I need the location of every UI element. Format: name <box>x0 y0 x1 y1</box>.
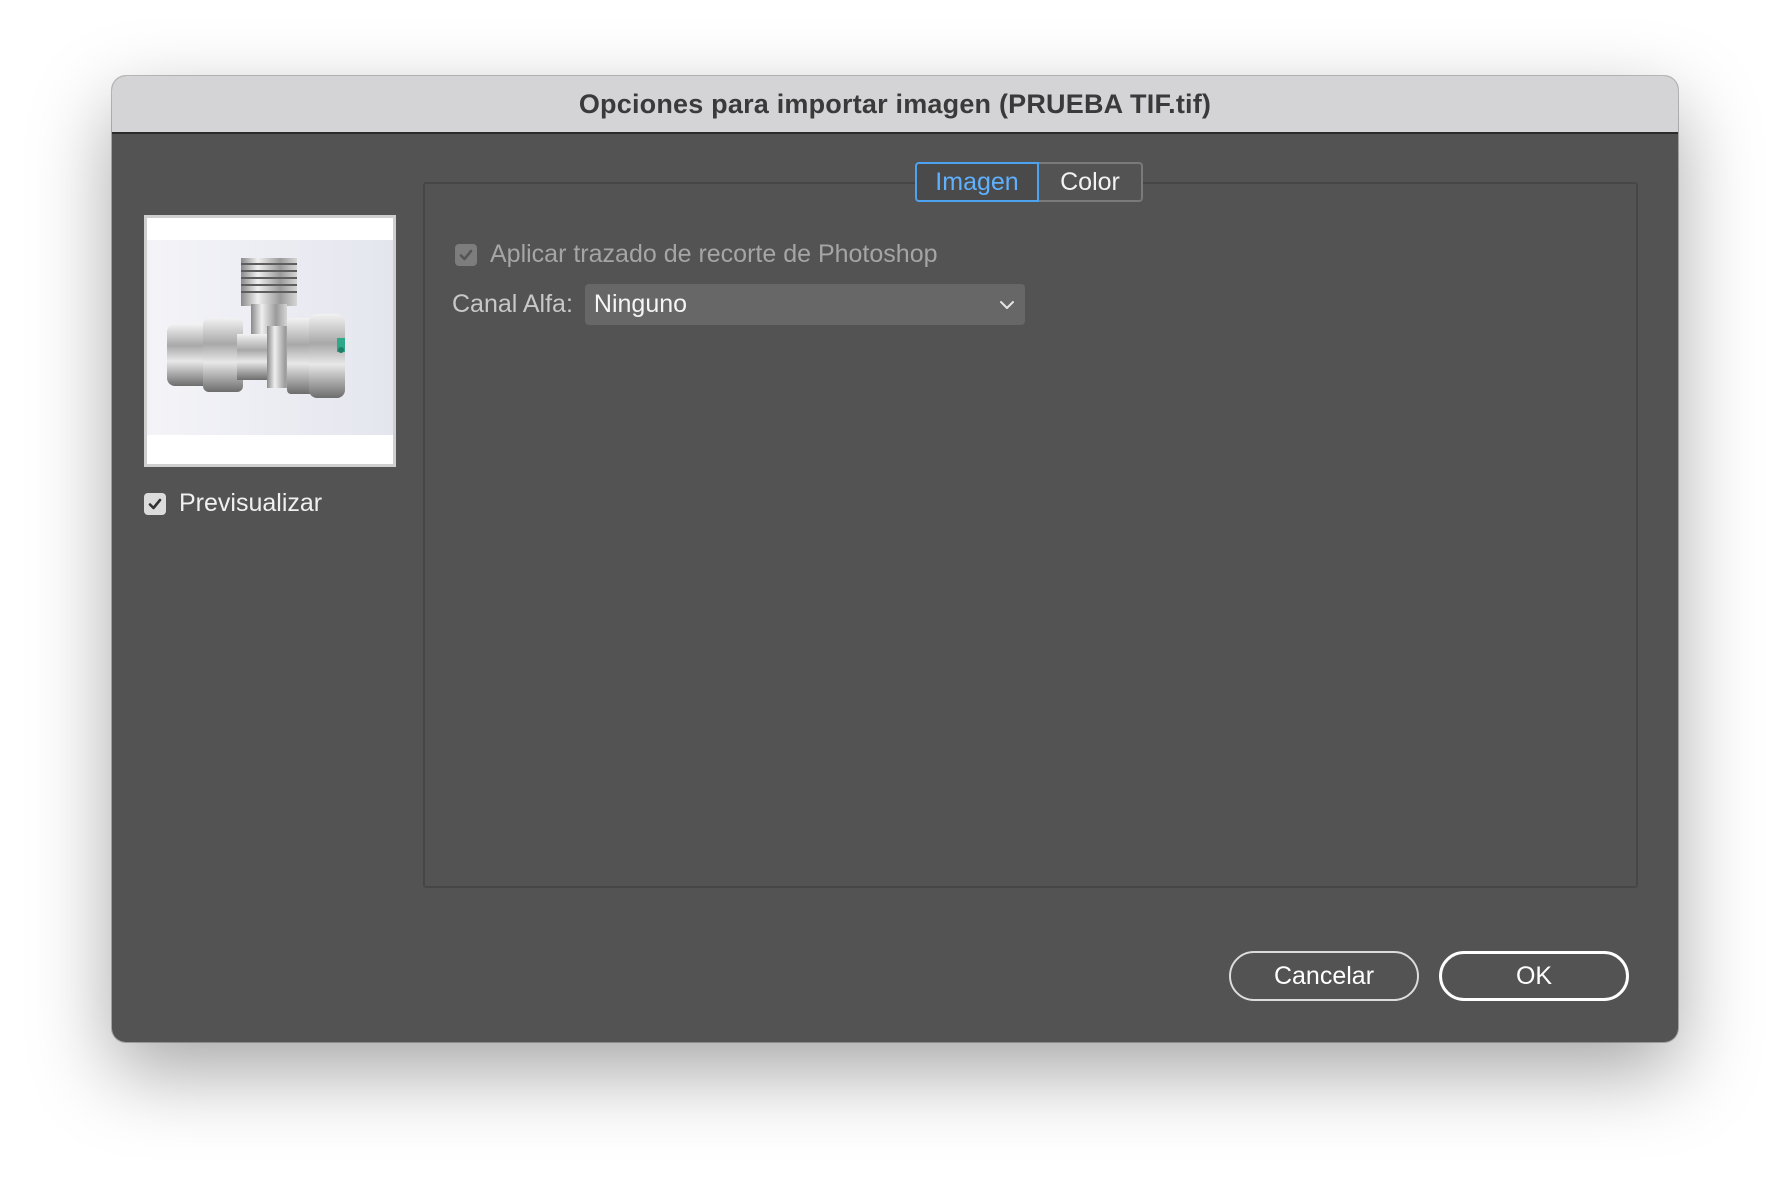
cancel-button[interactable]: Cancelar <box>1229 951 1419 1001</box>
tab-bar: Imagen Color <box>915 162 1143 202</box>
alpha-channel-row: Canal Alfa: Ninguno <box>452 284 1025 325</box>
chevron-down-icon <box>999 300 1014 309</box>
title-bar: Opciones para importar imagen (PRUEBA TI… <box>112 76 1678 134</box>
valve-thumbnail-image <box>147 240 393 435</box>
preview-checkbox-label: Previsualizar <box>179 489 323 517</box>
alpha-channel-dropdown[interactable]: Ninguno <box>584 284 1025 325</box>
tab-color[interactable]: Color <box>1039 162 1143 202</box>
ok-button[interactable]: OK <box>1439 951 1629 1001</box>
tab-imagen[interactable]: Imagen <box>915 162 1039 202</box>
clipping-path-checkbox-row[interactable]: Aplicar trazado de recorte de Photoshop <box>455 240 938 269</box>
preview-checkbox[interactable] <box>144 492 166 515</box>
image-preview <box>144 215 396 467</box>
import-options-dialog: Opciones para importar imagen (PRUEBA TI… <box>112 76 1678 1042</box>
clipping-path-label: Aplicar trazado de recorte de Photoshop <box>490 240 938 268</box>
checkmark-icon <box>148 498 162 509</box>
dialog-title: Opciones para importar imagen (PRUEBA TI… <box>578 88 1212 119</box>
clipping-path-checkbox[interactable] <box>455 243 477 266</box>
alpha-channel-label: Canal Alfa: <box>452 290 573 318</box>
preview-checkbox-row[interactable]: Previsualizar <box>144 489 322 518</box>
checkmark-icon <box>459 249 473 260</box>
alpha-channel-value: Ninguno <box>593 290 688 318</box>
